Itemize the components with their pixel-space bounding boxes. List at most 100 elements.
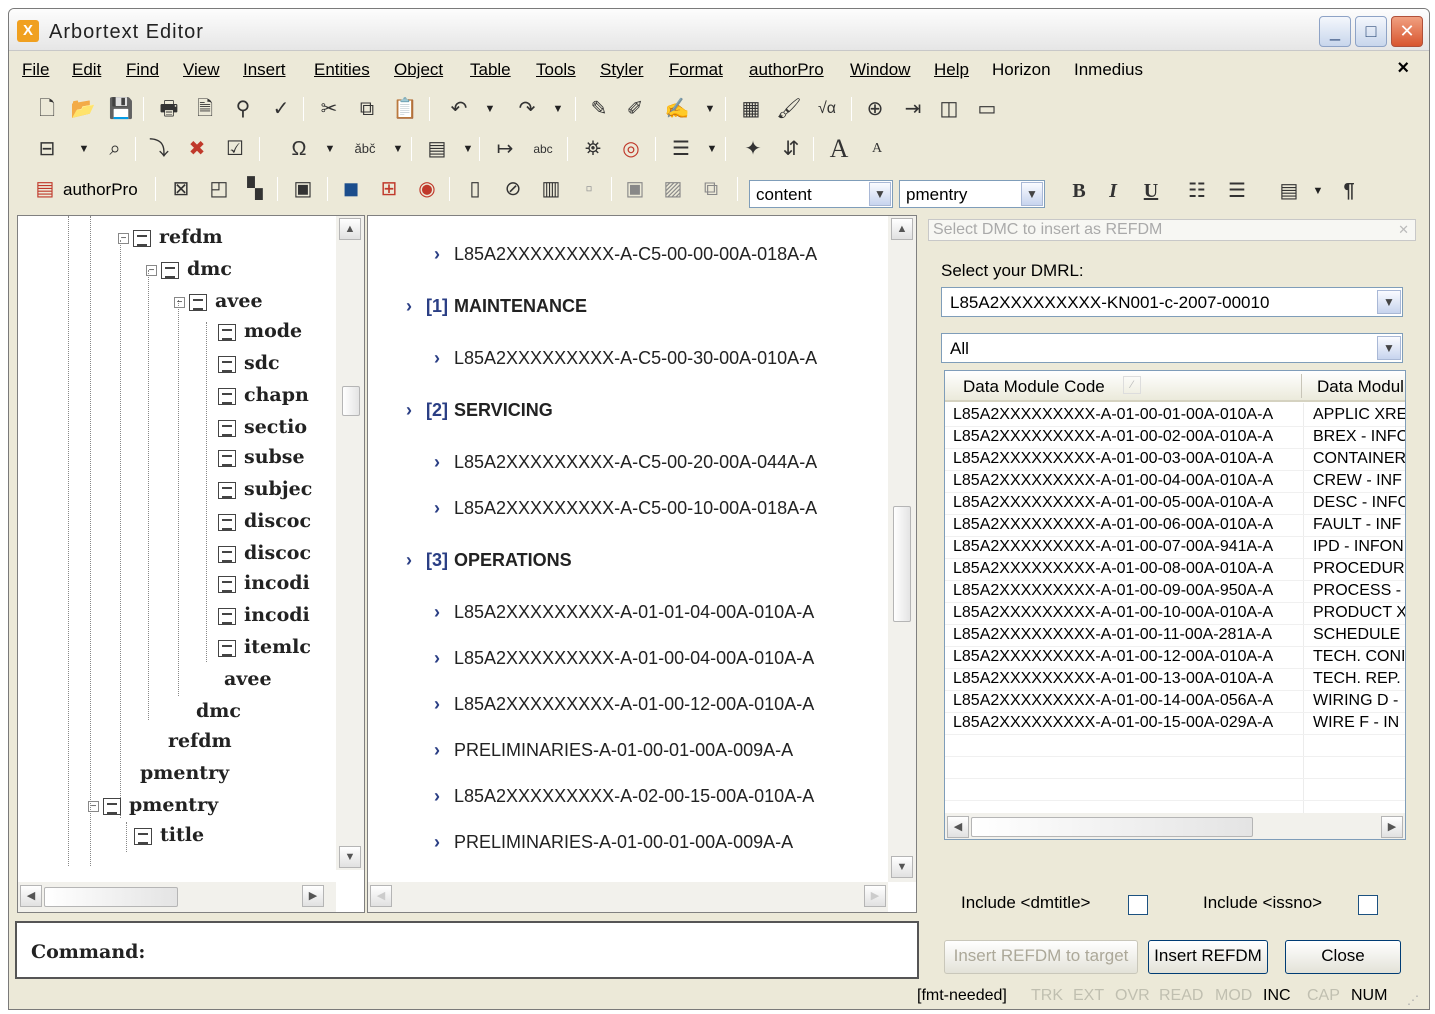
pm-section-heading[interactable]: › [1] MAINTENANCE: [406, 296, 587, 317]
table-row[interactable]: L85A2XXXXXXXXX-A-01-00-14-00A-056A-A WIRI…: [945, 691, 1405, 713]
minimize-button[interactable]: _: [1319, 16, 1351, 47]
menu-inmedius[interactable]: Inmedius: [1074, 60, 1143, 80]
change-markup-icon[interactable]: ✍: [663, 95, 691, 123]
document-vertical-scrollbar[interactable]: ▲ ▼: [888, 216, 916, 882]
insert-entity-icon[interactable]: ↦: [491, 135, 519, 163]
table-row[interactable]: L85A2XXXXXXXXX-A-01-00-07-00A-941A-A IPD …: [945, 537, 1405, 559]
menu-find[interactable]: Find: [126, 60, 159, 80]
insert-graphic-icon[interactable]: 🖌: [775, 95, 803, 123]
menu-object[interactable]: Object: [394, 60, 443, 80]
insert-markup-icon[interactable]: ✎: [585, 95, 613, 123]
tree-node[interactable]: title: [134, 824, 204, 854]
table-layout-icon[interactable]: ▣: [289, 175, 317, 203]
scroll-right-icon[interactable]: ▶: [864, 885, 886, 907]
menu-authorpro[interactable]: authorPro: [749, 60, 824, 80]
tree-node[interactable]: discoc: [218, 542, 311, 572]
tree-node[interactable]: subse: [218, 446, 305, 476]
insert-refdm-to-target-button[interactable]: Insert REFDM to target: [944, 940, 1138, 974]
tree-node[interactable]: chapn: [218, 384, 309, 414]
spellcheck-icon[interactable]: ✓: [267, 95, 295, 123]
frame-icon[interactable]: ◰: [205, 175, 233, 203]
tree-node[interactable]: pmentry: [140, 762, 229, 792]
undo-icon[interactable]: ↶: [445, 95, 473, 123]
chars-dropdown-icon[interactable]: ▼: [391, 135, 405, 163]
tree-node[interactable]: subjec: [218, 478, 312, 508]
undo-dropdown-icon[interactable]: ▼: [483, 95, 497, 123]
scroll-thumb[interactable]: [971, 817, 1253, 837]
insert-symbol-icon[interactable]: Ω: [285, 135, 313, 163]
scroll-down-icon[interactable]: ▼: [891, 856, 913, 878]
text-entity-icon[interactable]: abc: [529, 135, 557, 163]
column-header-dmc[interactable]: Data Module Code: [963, 377, 1105, 397]
table-row[interactable]: L85A2XXXXXXXXX-A-01-00-05-00A-010A-A DESC…: [945, 493, 1405, 515]
close-document-icon[interactable]: ×: [1397, 57, 1409, 80]
tree-vertical-scrollbar[interactable]: ▲ ▼: [336, 216, 364, 870]
tree-node[interactable]: incodi: [218, 604, 310, 634]
tree-node[interactable]: avee: [224, 668, 272, 698]
element-combo[interactable]: content ▼: [749, 180, 893, 208]
bullet-list-icon[interactable]: ☰: [1223, 177, 1251, 205]
insert-frame-icon[interactable]: ▤: [1275, 177, 1303, 205]
chevron-down-icon[interactable]: ▼: [869, 182, 891, 206]
close-window-button[interactable]: ✕: [1391, 16, 1423, 47]
table-row[interactable]: L85A2XXXXXXXXX-A-01-00-09-00A-950A-A PROC…: [945, 581, 1405, 603]
tree-node[interactable]: − refdm: [118, 226, 223, 256]
pm-section-heading[interactable]: › [2] SERVICING: [406, 400, 553, 421]
document-edit-pane[interactable]: › L85A2XXXXXXXXX-A-C5-00-00-00A-018A-A ›[…: [367, 215, 917, 913]
dm-reference-line[interactable]: › PRELIMINARIES-A-01-00-01-00A-009A-A: [434, 832, 793, 853]
close-button[interactable]: Close: [1285, 940, 1401, 974]
tree-node[interactable]: sdc: [218, 352, 280, 382]
maximize-button[interactable]: □: [1355, 16, 1387, 47]
table-row[interactable]: L85A2XXXXXXXXX-A-01-00-15-00A-029A-A WIRE…: [945, 713, 1405, 735]
sort-icon[interactable]: ⁄: [1123, 376, 1141, 394]
grid-icon[interactable]: ▚: [241, 175, 269, 203]
dm-reference-line[interactable]: › L85A2XXXXXXXXX-A-01-00-04-00A-010A-A: [434, 648, 814, 669]
menu-help[interactable]: Help: [934, 60, 969, 80]
dm-reference-line[interactable]: › L85A2XXXXXXXXX-A-C5-00-00-00A-018A-A: [434, 244, 817, 265]
highlight-icon[interactable]: ✦: [739, 135, 767, 163]
filter-select[interactable]: All ▼: [941, 333, 1403, 363]
redo-icon[interactable]: ↷: [513, 95, 541, 123]
tree-node[interactable]: dmc: [196, 700, 241, 730]
block-icon[interactable]: ◼: [337, 175, 365, 203]
include-dmtitle-checkbox[interactable]: [1128, 895, 1148, 915]
bold-button[interactable]: B: [1065, 177, 1093, 205]
tree-node[interactable]: incodi: [218, 572, 310, 602]
tree-node[interactable]: sectio: [218, 416, 307, 446]
scroll-right-icon[interactable]: ▶: [1381, 816, 1403, 838]
publish-pdf-icon[interactable]: ◎: [617, 135, 645, 163]
scroll-down-icon[interactable]: ▼: [339, 846, 361, 868]
table-row[interactable]: L85A2XXXXXXXXX-A-01-00-06-00A-010A-A FAUL…: [945, 515, 1405, 537]
menu-file[interactable]: File: [22, 60, 49, 80]
record-icon[interactable]: ◉: [413, 175, 441, 203]
publish-icon[interactable]: ⛯: [579, 135, 607, 163]
scroll-left-icon[interactable]: ◀: [947, 816, 969, 838]
cut-icon[interactable]: ✂: [315, 95, 343, 123]
table-horizontal-scrollbar[interactable]: ◀ ▶: [945, 813, 1405, 839]
insert-refdm-button[interactable]: Insert REFDM: [1148, 940, 1268, 974]
open-folder-icon[interactable]: 📂: [69, 95, 97, 123]
menu-window[interactable]: Window: [850, 60, 910, 80]
numbered-list-icon[interactable]: ☷: [1183, 177, 1211, 205]
chevron-down-icon[interactable]: ▼: [1377, 290, 1401, 314]
document-type-icon[interactable]: ▤: [423, 135, 451, 163]
dm-reference-line[interactable]: › L85A2XXXXXXXXX-A-C5-00-10-00A-018A-A: [434, 498, 817, 519]
tags-dropdown-icon[interactable]: ▼: [77, 135, 91, 163]
insert-table-icon[interactable]: ▦: [737, 95, 765, 123]
tree-node[interactable]: mode: [218, 320, 302, 350]
dmc-search-field[interactable]: Select DMC to insert as REFDM ✕: [928, 219, 1416, 241]
table-row[interactable]: L85A2XXXXXXXXX-A-01-00-02-00A-010A-A BREX…: [945, 427, 1405, 449]
font-grow-icon[interactable]: A: [825, 135, 853, 163]
dm-reference-line[interactable]: › L85A2XXXXXXXXX-A-C5-00-30-00A-010A-A: [434, 348, 817, 369]
zoom-icon[interactable]: ⊕: [861, 95, 889, 123]
menu-view[interactable]: View: [183, 60, 220, 80]
dm-reference-line[interactable]: › L85A2XXXXXXXXX-A-01-00-12-00A-010A-A: [434, 694, 814, 715]
menu-styler[interactable]: Styler: [600, 60, 643, 80]
pm-section-heading[interactable]: › [3] OPERATIONS: [406, 550, 572, 571]
delete-markup-icon[interactable]: ✐: [621, 95, 649, 123]
chevron-down-icon[interactable]: ▼: [1021, 182, 1043, 206]
scroll-thumb[interactable]: [44, 887, 178, 907]
validate-icon[interactable]: ☑: [221, 135, 249, 163]
doctype-dropdown-icon[interactable]: ▼: [461, 135, 475, 163]
special-chars-icon[interactable]: ǎbč: [351, 135, 379, 163]
